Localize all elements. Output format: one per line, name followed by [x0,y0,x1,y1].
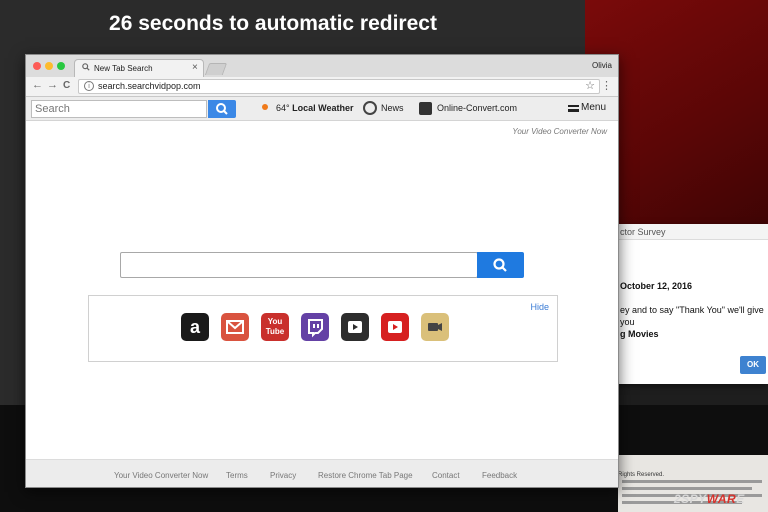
toolbar-search-input[interactable]: Search [31,100,207,118]
footer-link-video-converter[interactable]: Your Video Converter Now [114,471,208,480]
new-tab-button[interactable] [204,63,228,75]
video-player-icon[interactable] [341,313,369,341]
close-tab-icon[interactable]: × [192,62,198,73]
minimize-window-button[interactable] [45,62,53,70]
youtube-icon[interactable]: You Tube [261,313,289,341]
footer-link-restore-chrome-tab[interactable]: Restore Chrome Tab Page [318,471,413,480]
search-icon [82,63,90,73]
toolbar-convert-link[interactable]: Online-Convert.com [437,103,517,113]
toolbar-weather-link[interactable]: 64° Local Weather [276,103,354,113]
info-icon[interactable]: i [84,81,94,91]
search-icon [493,258,507,272]
close-window-button[interactable] [33,62,41,70]
footer-link-feedback[interactable]: Feedback [482,471,517,480]
bookmark-star-icon[interactable]: ☆ [585,79,595,92]
redirect-countdown-title: 26 seconds to automatic redirect [109,12,437,35]
survey-text-line2: g Movies [620,329,659,339]
watermark-logo: 2SPYWARE [674,492,745,506]
maximize-window-button[interactable] [57,62,65,70]
gmail-icon[interactable] [221,313,249,341]
browser-menu-icon[interactable]: ⋮ [601,79,612,92]
amazon-icon[interactable]: a [181,313,209,341]
page-footer: Your Video Converter Now Terms Privacy R… [26,459,618,487]
survey-date: October 12, 2016 [620,281,693,291]
amazon-letter: a [189,317,200,337]
document-text-line [622,487,752,490]
address-bar: ← → C i search.searchvidpop.com ☆ ⋮ [26,77,618,97]
hamburger-menu-icon[interactable] [568,105,579,112]
hide-link[interactable]: Hide [530,302,549,312]
toolbar-news-link[interactable]: News [381,103,404,113]
tab-title: New Tab Search [94,64,153,73]
watermark-suffix: E [736,492,745,506]
youtube-play-icon[interactable] [381,313,409,341]
shortcuts-panel: Hide a You Tube [88,295,558,362]
watermark-highlight: WAR [706,492,737,506]
footer-link-terms[interactable]: Terms [226,471,248,480]
youtube-label: You Tube [265,317,285,336]
main-search-input[interactable] [120,252,478,278]
footer-link-privacy[interactable]: Privacy [270,471,296,480]
tab-bar: New Tab Search × Olivia [26,55,618,77]
browser-window: New Tab Search × Olivia ← → C i search.s… [25,54,619,488]
footer-link-contact[interactable]: Contact [432,471,460,480]
survey-text: ey and to say "Thank You" we'll give you… [620,304,768,340]
news-icon [363,101,377,115]
document-text-line [622,480,762,483]
url-text: search.searchvidpop.com [98,81,201,91]
survey-ok-button[interactable]: OK [740,356,766,374]
brand-link[interactable]: Your Video Converter Now [512,127,607,136]
weather-label: Local Weather [292,103,354,113]
video-convert-icon [419,102,432,115]
url-input[interactable]: i search.searchvidpop.com ☆ [78,79,600,94]
survey-header: ctor Survey [612,224,768,240]
main-search-button[interactable] [477,252,524,278]
watermark-prefix: 2SPY [674,492,707,506]
survey-text-line1: ey and to say "Thank You" we'll give you [620,305,764,327]
survey-footer-text: Rights Reserved. [618,472,665,478]
weather-sun-icon [262,104,268,110]
extension-toolbar: Search 64° Local Weather News Online-Con… [26,97,618,121]
toolbar-menu-button[interactable]: Menu [581,102,606,113]
back-arrow-icon[interactable]: ← [32,79,43,91]
twitch-icon[interactable] [301,313,329,341]
video-converter-icon[interactable] [421,313,449,341]
search-icon [216,103,228,115]
profile-name[interactable]: Olivia [592,61,612,70]
survey-dialog: ctor Survey October 12, 2016 ey and to s… [612,224,768,384]
toolbar-search-button[interactable] [208,100,236,118]
reload-icon[interactable]: C [63,80,70,91]
weather-temperature: 64° [276,103,290,113]
forward-arrow-icon[interactable]: → [47,79,58,91]
tab-new-tab-search[interactable]: New Tab Search × [74,59,204,77]
